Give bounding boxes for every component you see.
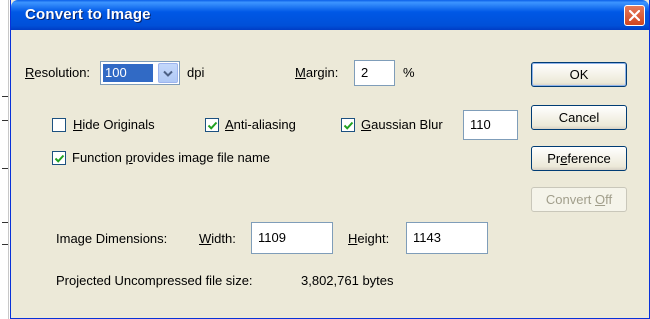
gaussian-blur-input[interactable]: 110 bbox=[463, 110, 518, 140]
gaussian-blur-label[interactable]: Gaussian Blur bbox=[361, 117, 443, 132]
filesize-value: 3,802,761 bytes bbox=[301, 273, 394, 288]
close-icon bbox=[629, 10, 640, 21]
ok-button[interactable]: OK bbox=[531, 62, 627, 87]
height-label: Height: bbox=[348, 231, 390, 246]
margin-label: Margin: bbox=[295, 65, 339, 80]
function-filename-checkbox[interactable] bbox=[52, 151, 66, 165]
close-button[interactable] bbox=[624, 5, 645, 26]
background-mark bbox=[2, 96, 8, 97]
width-label: Width: bbox=[199, 231, 236, 246]
image-dimensions-label: Image Dimensions: bbox=[56, 231, 168, 246]
convert-off-button: Convert Off bbox=[531, 187, 627, 212]
convert-to-image-dialog: Convert to Image Resolution: 100 dpi Mar… bbox=[10, 0, 650, 319]
resolution-combobox[interactable]: 100 bbox=[100, 61, 180, 85]
margin-input[interactable]: 2 bbox=[354, 60, 395, 86]
title-bar[interactable]: Convert to Image bbox=[11, 0, 649, 30]
hide-originals-checkbox[interactable] bbox=[52, 118, 66, 132]
function-filename-label[interactable]: Function provides image file name bbox=[72, 150, 270, 165]
preference-button[interactable]: Preference bbox=[531, 146, 627, 171]
chevron-down-icon bbox=[163, 70, 173, 77]
anti-aliasing-label[interactable]: Anti-aliasing bbox=[225, 117, 296, 132]
hide-originals-label[interactable]: Hide Originals bbox=[73, 117, 155, 132]
background-window-border bbox=[8, 0, 9, 319]
width-input[interactable]: 1109 bbox=[251, 222, 333, 254]
gaussian-blur-checkbox[interactable] bbox=[341, 118, 355, 132]
height-input[interactable]: 1143 bbox=[406, 222, 488, 254]
checkmark-icon bbox=[343, 121, 354, 130]
background-mark bbox=[2, 120, 8, 121]
resolution-value[interactable]: 100 bbox=[103, 64, 153, 82]
cancel-button[interactable]: Cancel bbox=[531, 105, 627, 130]
resolution-label: Resolution: bbox=[25, 65, 91, 80]
anti-aliasing-checkbox[interactable] bbox=[205, 118, 219, 132]
background-mark bbox=[2, 244, 8, 245]
margin-unit: % bbox=[403, 65, 415, 80]
dialog-body: Resolution: 100 dpi Margin: 2 % Hide Ori… bbox=[11, 30, 649, 319]
checkmark-icon bbox=[207, 121, 218, 130]
resolution-dropdown-button[interactable] bbox=[158, 63, 178, 83]
background-mark bbox=[2, 168, 8, 169]
filesize-label: Projected Uncompressed file size: bbox=[56, 273, 253, 288]
dialog-title: Convert to Image bbox=[25, 6, 151, 23]
resolution-unit: dpi bbox=[187, 65, 205, 80]
background-mark bbox=[2, 222, 8, 223]
checkmark-icon bbox=[54, 154, 65, 163]
